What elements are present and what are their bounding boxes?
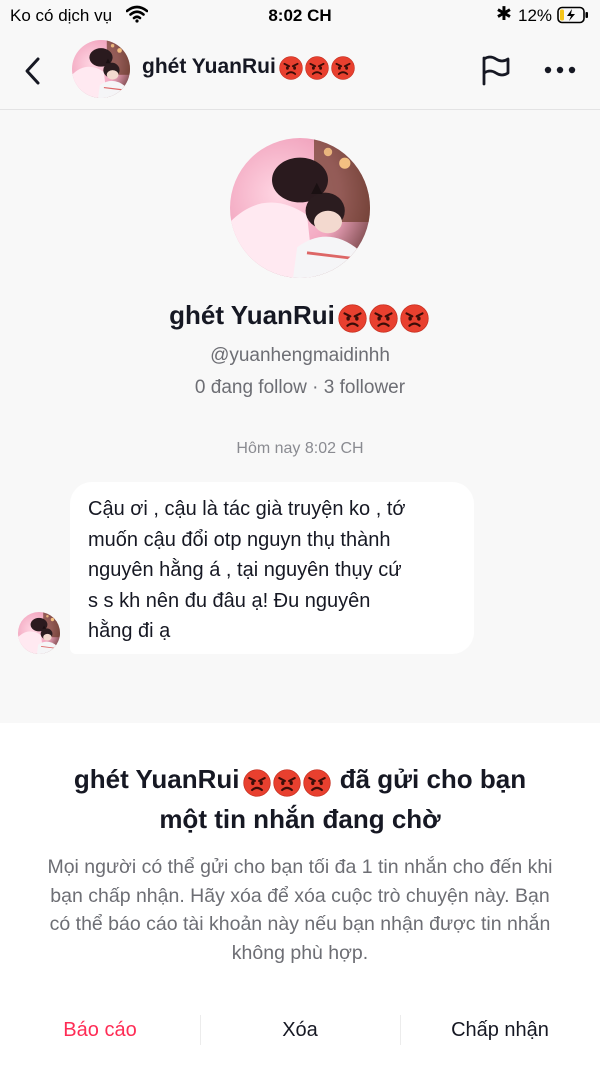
message-line: hằng đi ạ bbox=[88, 620, 171, 642]
sender-avatar[interactable] bbox=[18, 612, 60, 654]
message-line: muốn cậu đổi otp nguyn thụ thành bbox=[88, 528, 391, 551]
profile-username: ghét YuanRui bbox=[169, 300, 335, 330]
chat-header: ghét YuanRui bbox=[0, 36, 600, 108]
header-username: ghét YuanRui bbox=[142, 55, 276, 78]
angry-face-icon bbox=[369, 304, 398, 333]
angry-face-icon bbox=[400, 304, 429, 333]
angry-emoji-group bbox=[279, 55, 357, 79]
bluetooth-icon: ✱ bbox=[496, 4, 512, 25]
message-timestamp: Hôm nay 8:02 CH bbox=[236, 440, 364, 457]
sheet-title-line2: một tin nhắn đang chờ bbox=[159, 804, 441, 835]
back-chevron-icon bbox=[25, 57, 40, 85]
header-title[interactable]: ghét YuanRui bbox=[142, 55, 357, 80]
angry-face-icon bbox=[331, 56, 355, 80]
sheet-actions: Báo cáo Xóa Chấp nhận bbox=[0, 1003, 600, 1057]
message-line: s s kh nên đu đâu ạ! Đu nguyên bbox=[88, 589, 371, 612]
angry-face-icon bbox=[273, 769, 301, 797]
sheet-description: Mọi người có thể gửi cho bạn tối đa 1 ti… bbox=[47, 856, 553, 964]
angry-emoji-group bbox=[338, 301, 431, 333]
profile-avatar[interactable] bbox=[230, 138, 370, 278]
more-dots-icon bbox=[544, 66, 576, 74]
sheet-title-username: ghét YuanRui bbox=[73, 764, 240, 794]
sheet-title-suffix: đã gửi cho bạn bbox=[339, 764, 527, 794]
profile-handle: @yuanhengmaidinhh bbox=[210, 345, 390, 366]
angry-face-icon bbox=[279, 56, 303, 80]
report-flag-button[interactable] bbox=[478, 53, 512, 87]
battery-charging-icon bbox=[557, 6, 589, 29]
report-button[interactable]: Báo cáo bbox=[0, 1003, 200, 1057]
sheet-title: ghét YuanRui đã gửi cho bạn một tin nhắn… bbox=[30, 760, 570, 838]
status-bar: Ko có dịch vụ 8:02 CH ✱ 12% bbox=[0, 0, 600, 32]
back-button[interactable] bbox=[18, 54, 48, 88]
message-line: Cậu ơi , cậu là tác già truyện ko , tớ bbox=[88, 498, 406, 520]
header-divider bbox=[0, 109, 600, 110]
message-line: nguyên hằng á , tại nguyên thụy cứ bbox=[88, 559, 402, 581]
angry-face-icon bbox=[243, 769, 271, 797]
message-bubble[interactable]: Cậu ơi , cậu là tác già truyện ko , tớ m… bbox=[70, 482, 474, 654]
message-request-sheet: ghét YuanRui đã gửi cho bạn một tin nhắn… bbox=[0, 723, 600, 1067]
angry-face-icon bbox=[305, 56, 329, 80]
flag-icon bbox=[482, 55, 510, 86]
header-avatar[interactable] bbox=[72, 40, 130, 98]
profile-name: ghét YuanRui bbox=[0, 300, 600, 333]
profile-stats: 0 đang follow · 3 follower bbox=[194, 377, 406, 398]
angry-face-icon bbox=[303, 769, 331, 797]
delete-button[interactable]: Xóa bbox=[200, 1003, 400, 1057]
angry-emoji-group bbox=[243, 762, 333, 800]
accept-button[interactable]: Chấp nhận bbox=[400, 1003, 600, 1057]
angry-face-icon bbox=[338, 304, 367, 333]
battery-percent: 12% bbox=[518, 6, 553, 25]
more-options-button[interactable] bbox=[542, 56, 578, 84]
